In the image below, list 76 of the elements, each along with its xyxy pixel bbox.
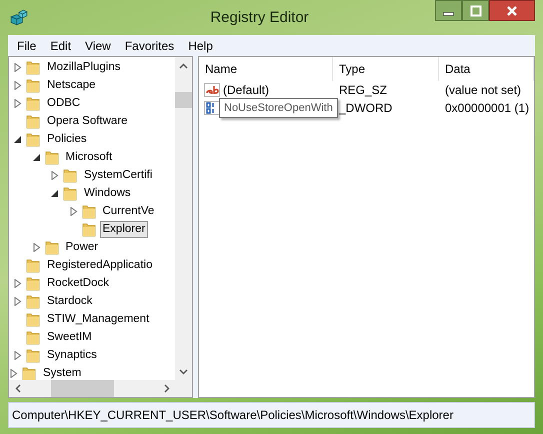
folder-icon — [44, 239, 58, 255]
collapsed-arrow-icon[interactable] — [13, 278, 22, 288]
menu-item[interactable]: Edit — [43, 38, 78, 52]
status-bar: Computer\HKEY_CURRENT_USER\Software\Policies\Microsoft\Windows\Explorer — [8, 402, 535, 428]
collapsed-arrow-icon[interactable] — [68, 206, 78, 216]
tree-item[interactable]: Explorer — [100, 220, 148, 238]
tree-item[interactable]: Opera Software — [44, 112, 131, 130]
collapsed-arrow-icon[interactable] — [13, 98, 22, 108]
tree-item[interactable]: STIW_Management — [44, 310, 152, 328]
scrollbar-thumb[interactable] — [175, 92, 192, 108]
column-header[interactable]: Name — [199, 57, 333, 81]
folder-icon — [26, 59, 40, 75]
binary-value-icon — [204, 101, 220, 115]
tree-item[interactable]: Netscape — [44, 76, 99, 94]
maximize-button[interactable] — [462, 0, 489, 21]
folder-icon — [63, 185, 77, 201]
collapsed-arrow-icon[interactable] — [13, 350, 22, 360]
tree-item[interactable]: Stardock — [44, 292, 96, 310]
table-cell-text: _DWORD — [338, 101, 394, 115]
menu-item[interactable]: File — [10, 38, 44, 52]
folder-icon — [26, 311, 40, 327]
tree-item[interactable]: RegisteredApplicatio — [44, 256, 156, 274]
tree-item[interactable]: SystemCertifi — [81, 166, 156, 184]
registry-cubes-icon — [10, 8, 28, 26]
tree-item[interactable]: Policies — [44, 130, 90, 148]
table-cell-text: (value not set) — [444, 83, 522, 97]
folder-icon — [26, 77, 40, 93]
collapsed-arrow-icon[interactable] — [13, 80, 22, 90]
column-header[interactable]: Type — [333, 57, 439, 81]
scrollbar-thumb[interactable] — [51, 380, 114, 397]
minimize-button[interactable] — [435, 0, 462, 21]
collapsed-arrow-icon[interactable] — [50, 170, 59, 180]
collapsed-arrow-icon[interactable] — [13, 62, 22, 72]
tree-item[interactable]: Windows — [81, 184, 134, 202]
expanded-arrow-icon[interactable] — [32, 152, 40, 162]
folder-icon — [26, 293, 40, 309]
folder-icon — [26, 131, 40, 147]
tooltip: NoUseStoreOpenWith — [219, 98, 338, 118]
folder-icon — [26, 347, 40, 363]
collapsed-arrow-icon[interactable] — [13, 296, 22, 306]
minimize-icon — [443, 12, 454, 16]
expanded-arrow-icon[interactable] — [50, 188, 59, 198]
column-header[interactable]: Data — [439, 57, 534, 81]
folder-icon — [26, 329, 40, 345]
table-cell-text: REG_SZ — [338, 83, 388, 97]
folder-icon — [26, 275, 40, 291]
tree-item[interactable]: System — [40, 364, 84, 380]
tree-item[interactable]: ODBC — [44, 94, 84, 112]
collapsed-arrow-icon[interactable] — [9, 368, 18, 378]
folder-icon — [82, 203, 96, 219]
tree-item[interactable]: Power — [62, 238, 102, 256]
close-button[interactable] — [489, 0, 535, 21]
expanded-arrow-icon[interactable] — [13, 134, 22, 144]
menu-item[interactable]: View — [78, 38, 118, 52]
folder-icon — [22, 365, 36, 380]
table-cell-text: 0x00000001 (1) — [444, 101, 530, 115]
window-title: Registry Editor — [209, 9, 310, 26]
folder-icon — [26, 257, 40, 273]
tree-item[interactable]: CurrentVe — [100, 202, 158, 220]
folder-icon — [82, 221, 96, 237]
tree-item[interactable]: RocketDock — [44, 274, 112, 292]
folder-icon — [26, 113, 40, 129]
tree-item[interactable]: SweetIM — [44, 328, 95, 346]
folder-icon — [26, 95, 40, 111]
menu-item[interactable]: Help — [181, 38, 220, 52]
tree-item[interactable]: Synaptics — [44, 346, 100, 364]
maximize-icon — [470, 4, 482, 16]
value-name[interactable]: (Default) — [223, 83, 270, 97]
folder-icon — [63, 167, 77, 183]
collapsed-arrow-icon[interactable] — [32, 242, 40, 252]
menu-item[interactable]: Favorites — [118, 38, 182, 52]
string-value-icon — [204, 83, 220, 97]
tree-item[interactable]: MozillaPlugins — [44, 58, 124, 76]
tree-item[interactable]: Microsoft — [62, 148, 116, 166]
close-icon — [506, 4, 518, 16]
folder-icon — [44, 149, 58, 165]
